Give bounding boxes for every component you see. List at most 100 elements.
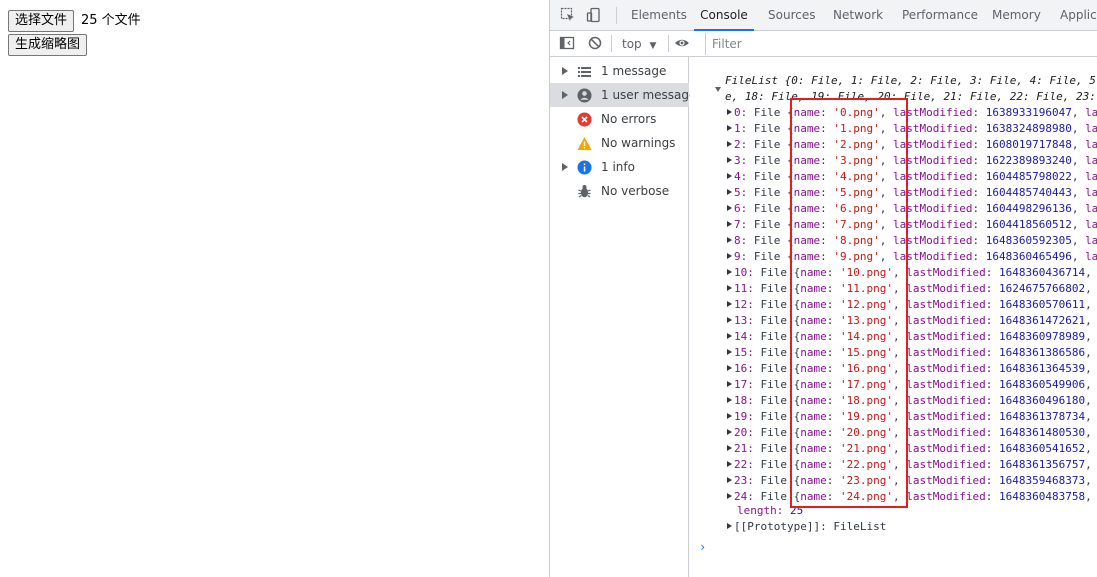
sidebar-item-label: 1 info <box>601 160 635 174</box>
entry-filename: '10.png' <box>840 266 893 279</box>
entry-last-modified: 1648360978989 <box>998 330 1086 343</box>
filelist-entry-row[interactable]: 15: File {name: '15.png', lastModified: … <box>727 345 1097 361</box>
sidebar-item-verbose[interactable]: No verbose <box>550 179 689 203</box>
filelist-entry-row[interactable]: 20: File {name: '20.png', lastModified: … <box>727 425 1097 441</box>
filelist-entry-row[interactable]: 0: File {name: '0.png', lastModified: 16… <box>727 105 1097 121</box>
tab-memory[interactable]: Memory <box>992 0 1041 31</box>
context-selector[interactable]: top ▼ <box>622 35 656 53</box>
filelist-entry-row[interactable]: 17: File {name: '17.png', lastModified: … <box>727 377 1097 393</box>
name-key: name <box>800 378 827 391</box>
entry-index: 10 <box>734 266 748 279</box>
filelist-entry-row[interactable]: 14: File {name: '14.png', lastModified: … <box>727 329 1097 345</box>
expand-arrow-icon <box>727 237 732 243</box>
entry-sep: , <box>892 330 907 343</box>
entry-sep: , <box>892 490 907 503</box>
name-key: name <box>800 426 827 439</box>
sidebar-toggle-icon[interactable] <box>559 35 575 51</box>
tab-elements[interactable]: Elements <box>631 0 687 31</box>
entry-sep: : <box>972 234 986 247</box>
filelist-entry-row[interactable]: 5: File {name: '5.png', lastModified: 16… <box>727 185 1097 201</box>
inspect-element-icon[interactable] <box>560 7 576 23</box>
entry-filename: '4.png' <box>833 170 880 183</box>
tab-network[interactable]: Network <box>833 0 883 31</box>
entry-sep: : <box>985 410 999 423</box>
expand-arrow-icon <box>727 301 732 307</box>
last-modified-key: lastModified <box>906 410 986 423</box>
truncated-key: la <box>1085 218 1097 231</box>
filelist-entry-row[interactable]: 10: File {name: '10.png', lastModified: … <box>727 265 1097 281</box>
last-modified-key: lastModified <box>906 458 986 471</box>
expand-arrow-icon <box>562 67 568 75</box>
device-toolbar-icon[interactable] <box>586 7 602 23</box>
entry-colon: : <box>747 490 761 503</box>
sidebar-item-messages[interactable]: 1 message <box>550 59 689 83</box>
filelist-entry-row[interactable]: 19: File {name: '19.png', lastModified: … <box>727 409 1097 425</box>
entry-sep: : <box>972 138 986 151</box>
filelist-entry-row[interactable]: 7: File {name: '7.png', lastModified: 16… <box>727 217 1097 233</box>
tab-performance[interactable]: Performance <box>902 0 978 31</box>
filelist-entry-row[interactable]: 8: File {name: '8.png', lastModified: 16… <box>727 233 1097 249</box>
entry-type: File <box>753 186 781 199</box>
filelist-entry-row[interactable]: 6: File {name: '6.png', lastModified: 16… <box>727 201 1097 217</box>
filelist-entry-row[interactable]: 9: File {name: '9.png', lastModified: 16… <box>727 249 1097 265</box>
sidebar-item-errors[interactable]: No errors <box>550 107 689 131</box>
entry-brace: { <box>787 410 801 423</box>
filelist-entry-row[interactable]: 3: File {name: '3.png', lastModified: 16… <box>727 153 1097 169</box>
last-modified-key: lastModified <box>892 154 973 167</box>
entry-sep: , <box>1071 154 1086 167</box>
collapse-arrow-icon[interactable] <box>715 87 721 92</box>
entry-type: File <box>753 250 781 263</box>
entry-colon: : <box>747 282 761 295</box>
sidebar-item-warnings[interactable]: No warnings <box>550 131 689 155</box>
last-modified-key: lastModified <box>906 378 986 391</box>
entry-type: File <box>760 378 788 391</box>
file-count-label: 25 个文件 <box>81 13 141 28</box>
entry-brace: { <box>780 250 794 263</box>
name-key: name <box>800 362 827 375</box>
entry-type: File <box>760 266 788 279</box>
entry-brace: { <box>787 442 801 455</box>
entry-sep: : <box>985 330 999 343</box>
console-prompt[interactable]: › <box>699 540 706 554</box>
entry-index: 18 <box>734 394 748 407</box>
entry-colon: : <box>747 346 761 359</box>
entry-sep: , <box>892 442 907 455</box>
filelist-entry-row[interactable]: 22: File {name: '22.png', lastModified: … <box>727 457 1097 473</box>
entry-index: 19 <box>734 410 748 423</box>
filelist-entry-row[interactable]: 23: File {name: '23.png', lastModified: … <box>727 473 1097 489</box>
expand-arrow-icon <box>727 221 732 227</box>
choose-file-button[interactable]: 选择文件 <box>8 10 75 32</box>
sidebar-item-user-messages[interactable]: 1 user message <box>550 83 696 107</box>
entry-type: File <box>760 282 788 295</box>
filelist-entry-row[interactable]: 18: File {name: '18.png', lastModified: … <box>727 393 1097 409</box>
filelist-summary-line[interactable]: FileList {0: File, 1: File, 2: File, 3: … <box>725 73 1097 89</box>
entry-filename: '7.png' <box>833 218 880 231</box>
entry-brace: { <box>787 314 801 327</box>
entry-index: 13 <box>734 314 748 327</box>
entry-sep: , <box>892 474 907 487</box>
tab-console[interactable]: Console <box>694 0 754 31</box>
tab-application[interactable]: Application <box>1060 0 1097 31</box>
entry-sep: , <box>1085 410 1097 423</box>
entry-filename: '19.png' <box>840 410 893 423</box>
filelist-entry-row[interactable]: 13: File {name: '13.png', lastModified: … <box>727 313 1097 329</box>
tab-sources[interactable]: Sources <box>768 0 815 31</box>
filelist-entry-row[interactable]: 1: File {name: '1.png', lastModified: 16… <box>727 121 1097 137</box>
last-modified-key: lastModified <box>906 474 986 487</box>
generate-thumbnails-button[interactable]: 生成缩略图 <box>8 34 88 56</box>
entry-filename: '12.png' <box>840 298 893 311</box>
entry-index: 1 <box>734 122 741 135</box>
filelist-entry-row[interactable]: 2: File {name: '2.png', lastModified: 16… <box>727 137 1097 153</box>
filelist-entry-row[interactable]: 16: File {name: '16.png', lastModified: … <box>727 361 1097 377</box>
filelist-entry-row[interactable]: 12: File {name: '12.png', lastModified: … <box>727 297 1097 313</box>
sidebar-item-info[interactable]: 1 info <box>550 155 689 179</box>
clear-console-icon[interactable] <box>587 35 603 51</box>
name-key: name <box>800 346 827 359</box>
entry-colon: : <box>747 394 761 407</box>
prototype-row[interactable]: [[Prototype]]: FileList <box>727 519 886 535</box>
filelist-entry-row[interactable]: 11: File {name: '11.png', lastModified: … <box>727 281 1097 297</box>
filelist-entry-row[interactable]: 21: File {name: '21.png', lastModified: … <box>727 441 1097 457</box>
filter-input[interactable] <box>705 33 1097 55</box>
eye-icon[interactable] <box>674 35 690 51</box>
filelist-entry-row[interactable]: 4: File {name: '4.png', lastModified: 16… <box>727 169 1097 185</box>
